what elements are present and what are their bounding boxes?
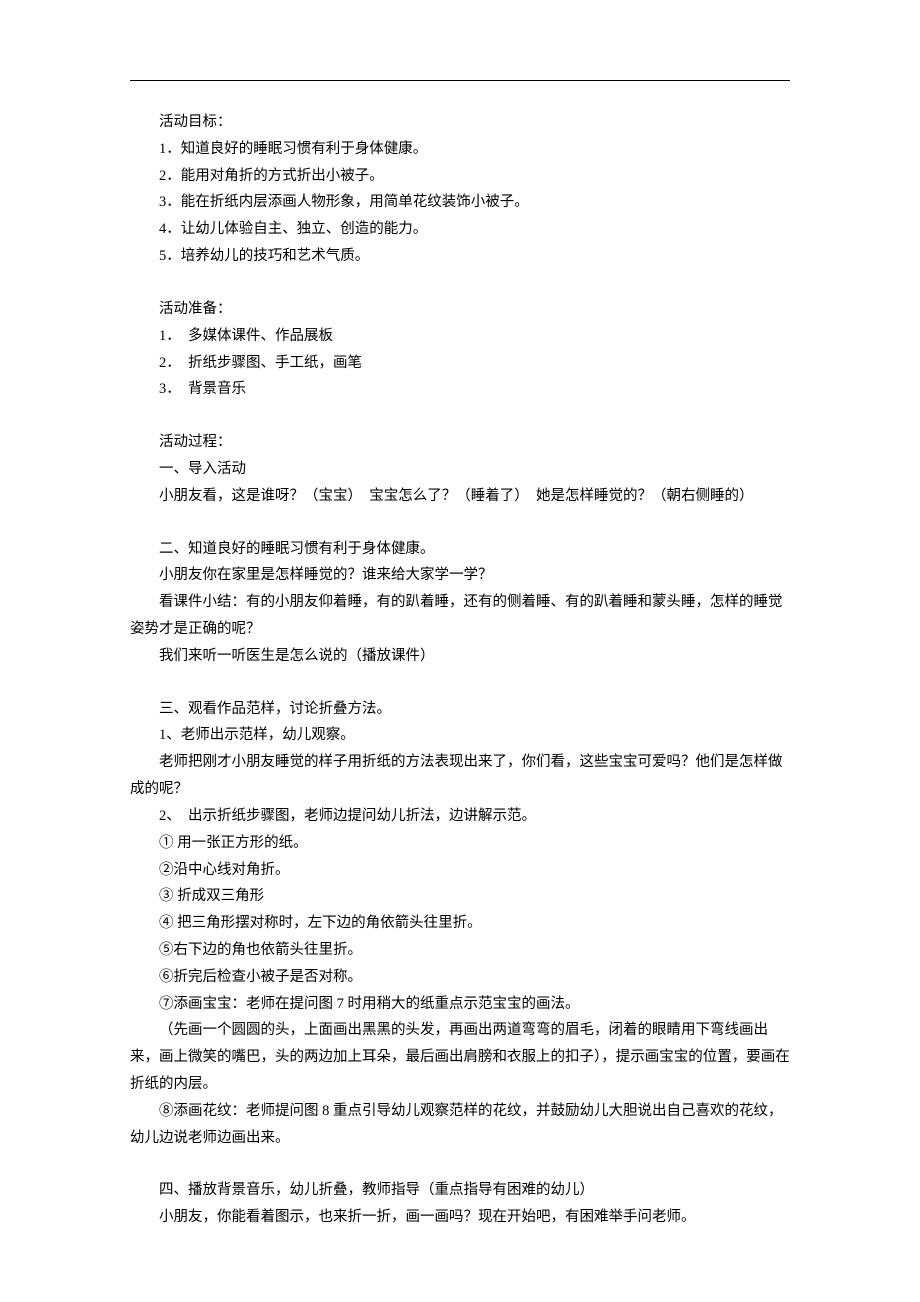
process-part1-line1: 小朋友看，这是谁呀？（宝宝） 宝宝怎么了？（睡着了） 她是怎样睡觉的？（朝右侧睡… [130, 483, 790, 510]
objectives-item-3: 3．能在折纸内层添画人物形象，用简单花纹装饰小被子。 [130, 189, 790, 216]
process-part3-sub1: 1、老师出示范样，幼儿观察。 [130, 722, 790, 749]
objectives-item-1: 1．知道良好的睡眠习惯有利于身体健康。 [130, 136, 790, 163]
objectives-title: 活动目标： [130, 109, 790, 136]
process-part3-step5: ⑤右下边的角也依箭头往里折。 [130, 937, 790, 964]
process-part2-line3: 我们来听一听医生是怎么说的（播放课件） [130, 643, 790, 670]
objectives-item-4: 4．让幼儿体验自主、独立、创造的能力。 [130, 216, 790, 243]
process-part2-line2: 看课件小结：有的小朋友仰着睡，有的趴着睡，还有的侧着睡、有的趴着睡和蒙头睡，怎样… [130, 589, 790, 643]
top-divider [130, 80, 790, 81]
process-part3-step3: ③ 折成双三角形 [130, 883, 790, 910]
process-part3-step2: ②沿中心线对角折。 [130, 857, 790, 884]
process-part1-heading: 一、导入活动 [130, 456, 790, 483]
process-title: 活动过程： [130, 429, 790, 456]
objectives-item-5: 5．培养幼儿的技巧和艺术气质。 [130, 243, 790, 270]
process-part4-heading: 四、播放背景音乐，幼儿折叠，教师指导（重点指导有困难的幼儿） [130, 1177, 790, 1204]
preparation-item-2: 2． 折纸步骤图、手工纸，画笔 [130, 350, 790, 377]
preparation-item-1: 1． 多媒体课件、作品展板 [130, 323, 790, 350]
process-part3-step4: ④ 把三角形摆对称时，左下边的角依箭头往里折。 [130, 910, 790, 937]
process-part3-line1: 老师把刚才小朋友睡觉的样子用折纸的方法表现出来了，你们看，这些宝宝可爱吗？他们是… [130, 749, 790, 803]
process-part3-heading: 三、观看作品范样，讨论折叠方法。 [130, 696, 790, 723]
process-part3-step6: ⑥折完后检查小被子是否对称。 [130, 964, 790, 991]
process-part3-step7: ⑦添画宝宝：老师在提问图 7 时用稍大的纸重点示范宝宝的画法。 [130, 991, 790, 1018]
objectives-item-2: 2．能用对角折的方式折出小被子。 [130, 163, 790, 190]
process-part3-sub2: 2、 出示折纸步骤图，老师边提问幼儿折法，边讲解示范。 [130, 803, 790, 830]
process-part3-step1: ① 用一张正方形的纸。 [130, 830, 790, 857]
preparation-item-3: 3． 背景音乐 [130, 376, 790, 403]
process-part3-step8: ⑧添画花纹：老师提问图 8 重点引导幼儿观察范样的花纹，并鼓励幼儿大胆说出自己喜… [130, 1098, 790, 1152]
process-part3-step7b: （先画一个圆圆的头，上面画出黑黑的头发，再画出两道弯弯的眉毛，闭着的眼睛用下弯线… [130, 1017, 790, 1097]
process-part2-line1: 小朋友你在家里是怎样睡觉的？谁来给大家学一学？ [130, 562, 790, 589]
preparation-title: 活动准备： [130, 296, 790, 323]
process-part2-heading: 二、知道良好的睡眠习惯有利于身体健康。 [130, 536, 790, 563]
process-part4-line1: 小朋友，你能看着图示，也来折一折，画一画吗？现在开始吧，有困难举手问老师。 [130, 1204, 790, 1231]
